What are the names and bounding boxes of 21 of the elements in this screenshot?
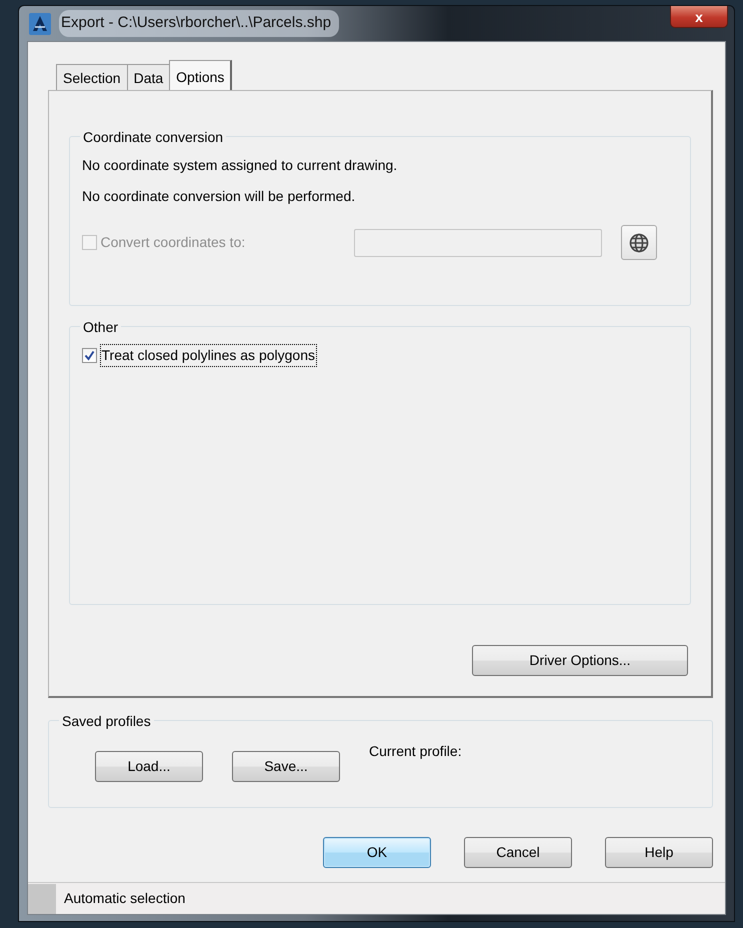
tab[interactable]: Selection [56, 64, 128, 90]
dialog-button[interactable]: Cancel [464, 837, 572, 868]
info-text: No coordinate system assigned to current drawing. [82, 156, 398, 175]
current-profile-label: Current profile: [369, 742, 462, 761]
profile-button[interactable]: Load... [95, 751, 203, 782]
tab[interactable]: Data [126, 64, 170, 90]
window-title: Export - C:\Users\rborcher\..\Parcels.shp [59, 10, 340, 37]
close-button[interactable]: x [670, 6, 728, 28]
dialog-button[interactable]: Help [605, 837, 713, 868]
app-logo-icon [29, 12, 51, 34]
driver-options-button[interactable]: Driver Options... [472, 645, 688, 676]
globe-button[interactable] [621, 225, 657, 260]
dialog-button[interactable]: OK [323, 837, 431, 868]
status-text: Automatic selection [64, 889, 186, 908]
tab[interactable]: Options [169, 60, 232, 90]
checkbox[interactable] [82, 348, 97, 363]
checkbox-label[interactable]: Treat closed polylines as polygons [100, 344, 316, 366]
coordinate-system-field[interactable] [354, 228, 602, 256]
info-text: No coordinate conversion will be performed. [82, 187, 356, 206]
globe-icon [629, 232, 649, 252]
profile-button[interactable]: Save... [232, 751, 340, 782]
